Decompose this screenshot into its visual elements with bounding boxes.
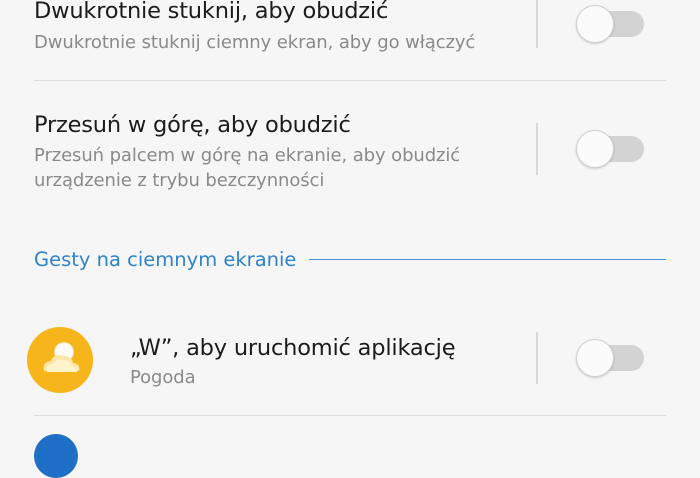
setting-description-line-2: urządzenie z trybu bezczynności [34,170,325,191]
setting-title: Przesuń w górę, aby obudzić [34,112,351,138]
section-header-line [309,259,666,260]
swipe-up-wake-toggle[interactable] [576,130,644,168]
setting-description: Dwukrotnie stuknij ciemny ekran, aby go … [34,32,476,53]
double-tap-wake-toggle[interactable] [576,5,644,43]
gesture-app-name: Pogoda [130,367,196,388]
toggle-knob [576,339,614,377]
toggle-knob [576,5,614,43]
toggle-knob [576,130,614,168]
divider [536,123,538,175]
section-header: Gesty na ciemnym ekranie [34,248,297,271]
row-divider [34,80,666,81]
setting-title: Dwukrotnie stuknij, aby obudzić [34,0,389,24]
weather-app-icon [27,327,93,393]
row-divider [34,415,666,416]
divider [536,0,538,48]
setting-description-line-1: Przesuń palcem w górę na ekranie, aby ob… [34,145,461,166]
divider [536,332,538,384]
gesture-title: „W”, aby uruchomić aplikację [130,335,456,361]
w-gesture-toggle[interactable] [576,339,644,377]
